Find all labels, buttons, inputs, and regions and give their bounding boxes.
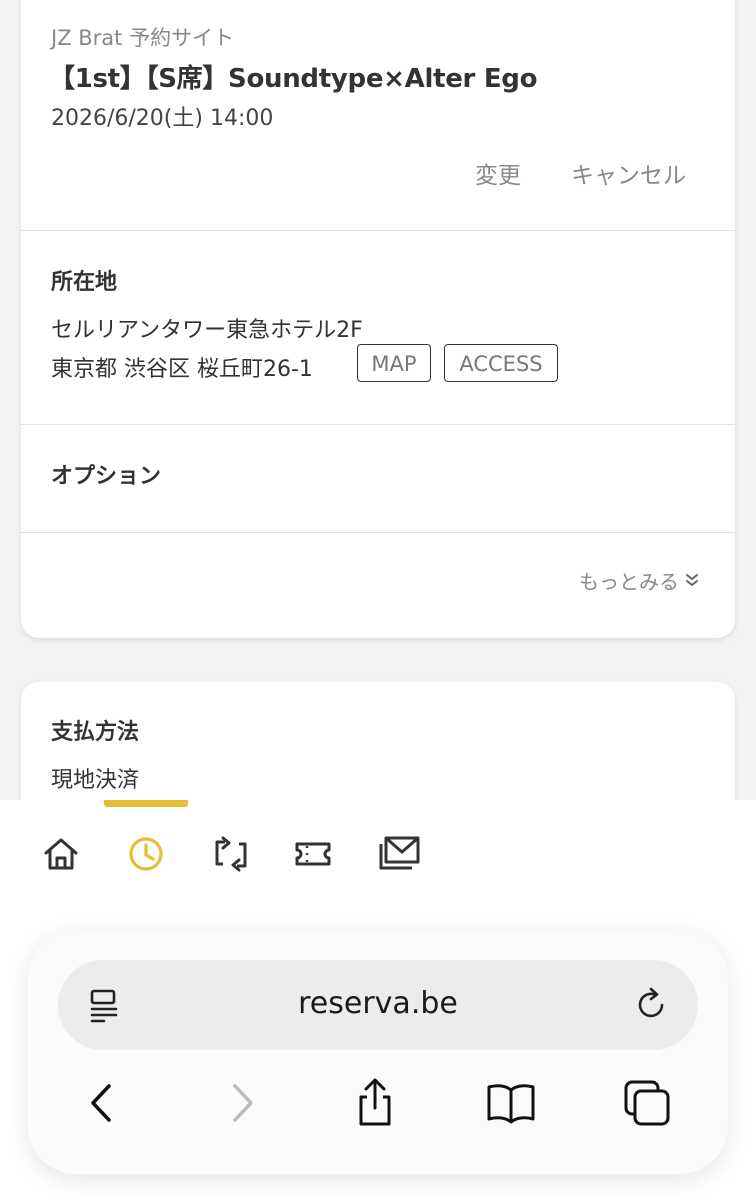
tabs-icon: [624, 1080, 670, 1126]
chevron-left-icon: [91, 1084, 111, 1122]
map-button[interactable]: MAP: [357, 344, 431, 382]
back-button[interactable]: [78, 1078, 128, 1128]
active-tab-indicator: [104, 800, 188, 807]
reload-icon[interactable]: [632, 985, 672, 1025]
chevron-right-icon: [233, 1084, 253, 1122]
tab-messages[interactable]: [378, 834, 422, 874]
tab-tickets[interactable]: [293, 834, 333, 874]
tabs-button[interactable]: [622, 1078, 672, 1128]
book-icon: [487, 1084, 535, 1124]
mail-icon: [379, 836, 420, 870]
divider: [21, 424, 735, 425]
tab-repeat[interactable]: [211, 834, 251, 874]
show-more-button[interactable]: もっとみる: [579, 566, 699, 595]
home-icon: [44, 838, 78, 870]
bookmarks-button[interactable]: [486, 1078, 536, 1128]
cancel-button[interactable]: キャンセル: [571, 156, 686, 190]
address-bar[interactable]: reserva.be: [58, 960, 698, 1050]
reservation-card: JZ Brat 予約サイト 【1st】【S席】Soundtype×Alter E…: [21, 0, 735, 638]
repeat-icon: [215, 836, 247, 872]
divider: [21, 230, 735, 231]
payment-method: 現地決済: [51, 768, 140, 793]
share-button[interactable]: [350, 1078, 400, 1128]
forward-button[interactable]: [216, 1078, 266, 1128]
url-text: reserva.be: [298, 986, 458, 1021]
event-datetime: 2026/6/20(土) 14:00: [51, 106, 274, 131]
change-button[interactable]: 変更: [475, 156, 521, 190]
tab-history[interactable]: [126, 834, 166, 874]
ticket-icon: [295, 842, 331, 866]
event-title: 【1st】【S席】Soundtype×Alter Ego: [49, 64, 538, 94]
location-building: セルリアンタワー東急ホテル2F: [51, 318, 363, 343]
location-address: 東京都 渋谷区 桜丘町26-1: [51, 357, 313, 382]
divider: [21, 532, 735, 533]
double-chevron-down-icon: [685, 569, 699, 593]
share-icon: [359, 1078, 391, 1126]
bottom-tab-bar: reserva.be: [0, 800, 756, 1200]
show-more-label: もっとみる: [579, 570, 679, 594]
site-name: JZ Brat 予約サイト: [51, 26, 235, 50]
location-label: 所在地: [51, 270, 118, 295]
clock-icon: [129, 837, 163, 871]
browser-toolbar: reserva.be: [28, 930, 728, 1174]
access-button[interactable]: ACCESS: [444, 344, 558, 382]
options-label: オプション: [51, 464, 162, 489]
payment-label: 支払方法: [51, 720, 140, 745]
tab-home[interactable]: [41, 834, 81, 874]
